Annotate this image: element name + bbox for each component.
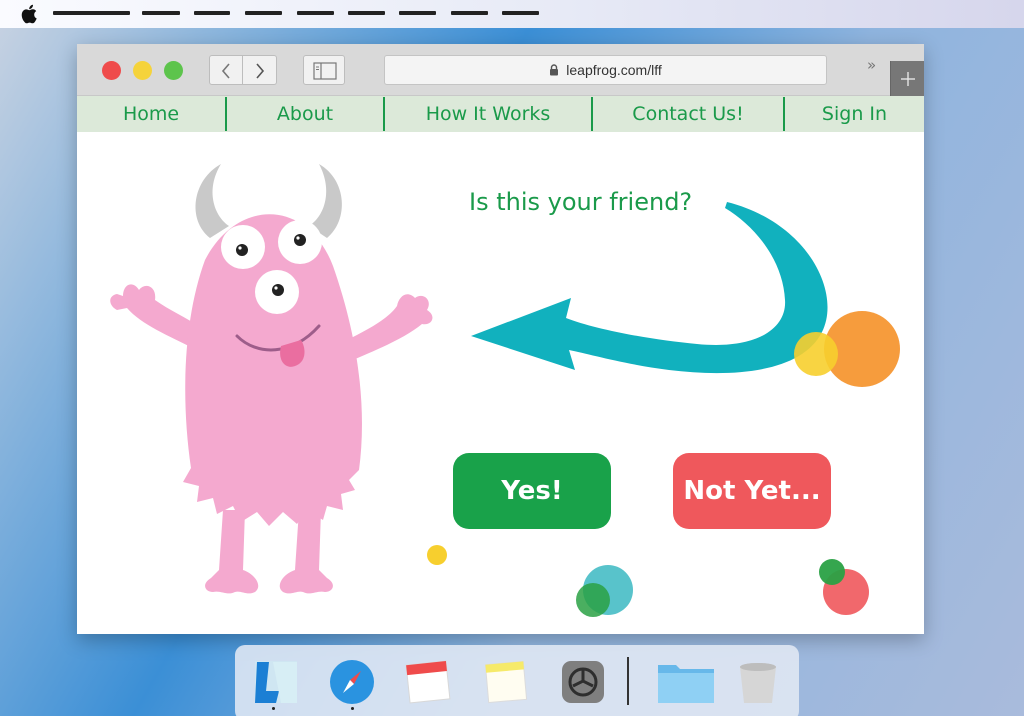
yes-button[interactable]: Yes!	[453, 453, 611, 529]
folder-icon[interactable]	[656, 659, 716, 705]
trash-icon[interactable]	[735, 659, 781, 705]
nav-home[interactable]: Home	[77, 96, 225, 132]
browser-toolbar: leapfrog.com/lff »	[77, 44, 924, 96]
zoom-window-button[interactable]	[164, 61, 183, 80]
url-text: leapfrog.com/lff	[566, 62, 662, 78]
notes-icon[interactable]	[483, 659, 529, 705]
plus-icon	[900, 71, 915, 86]
nav-about[interactable]: About	[227, 96, 383, 132]
menu-item-2[interactable]	[142, 11, 180, 15]
sidebar-icon	[313, 62, 337, 80]
calendar-icon[interactable]	[405, 659, 451, 705]
menu-item-3[interactable]	[194, 11, 230, 15]
address-bar[interactable]: leapfrog.com/lff	[384, 55, 827, 85]
curved-arrow-icon	[471, 202, 828, 374]
menu-item-5[interactable]	[297, 11, 334, 15]
menu-bar	[0, 0, 1024, 28]
forward-button[interactable]	[243, 55, 277, 85]
safari-icon[interactable]	[329, 659, 375, 705]
system-preferences-icon[interactable]	[560, 659, 606, 705]
page-content: Is this your friend? Yes! Not Yet...	[77, 132, 924, 634]
menu-item-1[interactable]	[53, 11, 130, 15]
apple-logo-icon[interactable]	[20, 3, 40, 25]
running-indicator	[272, 707, 275, 710]
dock-divider	[627, 657, 629, 705]
nav-contact-us[interactable]: Contact Us!	[593, 96, 783, 132]
nav-sign-in[interactable]: Sign In	[785, 96, 924, 132]
menu-item-6[interactable]	[348, 11, 385, 15]
chevron-left-icon	[221, 63, 230, 79]
menu-item-4[interactable]	[245, 11, 282, 15]
not-yet-button[interactable]: Not Yet...	[673, 453, 831, 529]
nav-how-it-works[interactable]: How It Works	[385, 96, 591, 132]
back-button[interactable]	[209, 55, 243, 85]
running-indicator	[351, 707, 354, 710]
site-navigation: Home About How It Works Contact Us! Sign…	[77, 96, 924, 132]
sidebar-toggle-button[interactable]	[303, 55, 345, 85]
lock-icon	[550, 64, 559, 76]
browser-window: leapfrog.com/lff » Home About How It Wor…	[77, 44, 924, 634]
chevron-right-icon	[255, 63, 264, 79]
new-tab-button[interactable]	[890, 61, 924, 96]
menu-item-7[interactable]	[399, 11, 436, 15]
more-tabs-button[interactable]: »	[867, 56, 876, 74]
launchpad-icon[interactable]	[253, 659, 299, 705]
dock	[235, 645, 799, 716]
menu-item-9[interactable]	[502, 11, 539, 15]
close-window-button[interactable]	[102, 61, 121, 80]
pink-monster-illustration	[110, 164, 433, 594]
menu-item-8[interactable]	[451, 11, 488, 15]
minimize-window-button[interactable]	[133, 61, 152, 80]
